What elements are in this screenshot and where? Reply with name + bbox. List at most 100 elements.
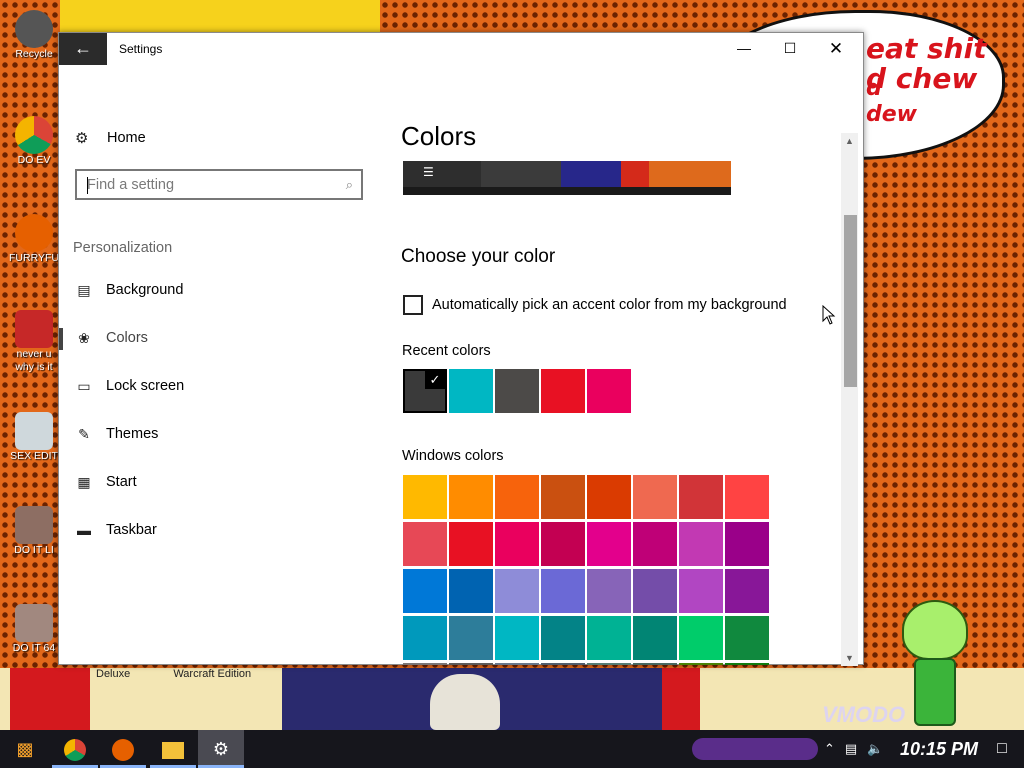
taskbar-chrome[interactable] xyxy=(52,730,98,768)
windows-color-swatch[interactable] xyxy=(633,663,677,665)
windows-color-swatch[interactable] xyxy=(449,663,493,665)
taskbar-file-explorer[interactable] xyxy=(150,730,196,768)
windows-color-swatch[interactable] xyxy=(633,616,677,660)
windows-color-swatch[interactable] xyxy=(587,569,631,613)
nav-item-themes[interactable]: ✎ Themes xyxy=(59,414,379,454)
nav-item-label: Colors xyxy=(106,330,148,346)
desktop-icon-doit-64[interactable]: DO IT 64 xyxy=(6,604,62,655)
close-button[interactable]: ✕ xyxy=(813,33,859,65)
windows-color-swatch[interactable] xyxy=(679,616,723,660)
chrome-icon xyxy=(15,116,53,154)
back-arrow-icon: ← xyxy=(74,38,92,58)
taskbar-icon: ▬ xyxy=(77,522,91,538)
windows-color-swatch[interactable] xyxy=(495,663,539,665)
desktop-icon-hex-editor[interactable]: SEX EDIT xyxy=(6,412,62,463)
nav-item-background[interactable]: ▤ Background xyxy=(59,270,379,310)
windows-color-swatch[interactable] xyxy=(587,522,631,566)
windows-color-swatch[interactable] xyxy=(403,569,447,613)
network-icon[interactable]: ▤ xyxy=(845,741,857,757)
wallpaper-bubble-text: eat shit d chew d dew xyxy=(866,34,987,128)
windows-color-swatch[interactable] xyxy=(403,663,447,665)
windows-color-swatch[interactable] xyxy=(495,616,539,660)
scroll-down-icon[interactable]: ▼ xyxy=(841,650,858,666)
recent-color-swatch[interactable]: ✓ xyxy=(403,369,447,413)
home-link[interactable]: ⚙ Home xyxy=(75,127,146,149)
section-title: Choose your color xyxy=(401,246,556,267)
windows-color-swatch[interactable] xyxy=(449,616,493,660)
minimize-button[interactable]: — xyxy=(721,33,767,65)
windows-color-swatch[interactable] xyxy=(403,522,447,566)
scrollbar[interactable]: ▲ ▼ xyxy=(841,133,858,666)
desktop-icon-label: DO IT LI xyxy=(14,544,54,556)
recent-color-swatch[interactable] xyxy=(495,369,539,413)
search-box[interactable]: ⌕ xyxy=(75,169,363,200)
taskbar-settings[interactable]: ⚙ xyxy=(198,730,244,768)
windows-color-swatch[interactable] xyxy=(725,616,769,660)
windows-color-swatch[interactable] xyxy=(725,475,769,519)
recent-color-swatch[interactable] xyxy=(587,369,631,413)
nav-item-label: Lock screen xyxy=(106,378,185,394)
theme-preview: ☰ xyxy=(403,161,731,195)
volume-icon[interactable]: 🔈 xyxy=(867,741,883,757)
desktop-icon-recycle-bin[interactable]: Recycle xyxy=(6,10,62,61)
windows-color-swatch[interactable] xyxy=(725,569,769,613)
recent-color-swatch[interactable] xyxy=(449,369,493,413)
windows-color-swatch[interactable] xyxy=(541,663,585,665)
settings-nav: ⚙ Home ⌕ Personalization ▤ Background ❀ … xyxy=(59,65,379,665)
nav-item-lock-screen[interactable]: ▭ Lock screen xyxy=(59,366,379,406)
windows-color-swatch[interactable] xyxy=(587,616,631,660)
taskbar: ▩ ⚙ ⌃ ▤ 🔈 10:15 PM □ xyxy=(0,730,1024,768)
notification-center-icon[interactable]: □ xyxy=(982,730,1022,768)
windows-color-swatch[interactable] xyxy=(495,475,539,519)
recent-color-swatch[interactable] xyxy=(541,369,585,413)
nav-item-taskbar[interactable]: ▬ Taskbar xyxy=(59,510,379,550)
chevron-up-icon[interactable]: ⌃ xyxy=(824,741,835,757)
chrome-icon xyxy=(64,739,86,762)
scroll-up-icon[interactable]: ▲ xyxy=(841,133,858,149)
windows-color-swatch[interactable] xyxy=(679,569,723,613)
desktop-bottom-labels: Deluxe Warcraft Edition xyxy=(96,668,291,680)
desktop-icon-doit-1[interactable]: DO IT LI xyxy=(6,506,62,557)
search-input[interactable] xyxy=(87,175,327,195)
windows-color-swatch[interactable] xyxy=(679,663,723,665)
windows-color-swatch[interactable] xyxy=(449,522,493,566)
taskbar-firefox[interactable] xyxy=(100,730,146,768)
windows-color-swatch[interactable] xyxy=(587,475,631,519)
windows-color-swatch[interactable] xyxy=(725,663,769,665)
windows-color-swatch[interactable] xyxy=(541,616,585,660)
windows-color-swatch[interactable] xyxy=(541,522,585,566)
nav-item-colors[interactable]: ❀ Colors xyxy=(59,318,379,358)
windows-color-swatch[interactable] xyxy=(541,475,585,519)
windows-color-swatch[interactable] xyxy=(725,522,769,566)
windows-color-swatch[interactable] xyxy=(449,569,493,613)
scrollbar-thumb[interactable] xyxy=(844,215,857,387)
mouse-cursor-icon xyxy=(822,305,836,325)
windows-color-swatch[interactable] xyxy=(541,569,585,613)
windows-color-swatch[interactable] xyxy=(633,569,677,613)
windows-color-swatch[interactable] xyxy=(449,475,493,519)
windows-color-swatch[interactable] xyxy=(403,616,447,660)
taskbar-art xyxy=(692,738,818,760)
desktop-icon-dev-cpp[interactable]: never u why is it xyxy=(6,310,62,374)
windows-color-swatch[interactable] xyxy=(495,569,539,613)
settings-window: ← Settings — ☐ ✕ ⚙ Home ⌕ Personalizatio… xyxy=(58,32,864,666)
back-button[interactable]: ← xyxy=(59,33,107,65)
windows-color-swatch[interactable] xyxy=(633,522,677,566)
nav-item-start[interactable]: ▦ Start xyxy=(59,462,379,502)
auto-accent-option[interactable]: Automatically pick an accent color from … xyxy=(403,295,787,315)
firefox-icon xyxy=(15,214,53,252)
windows-color-swatch[interactable] xyxy=(679,475,723,519)
clock[interactable]: 10:15 PM xyxy=(900,730,978,768)
windows-color-swatch[interactable] xyxy=(587,663,631,665)
search-icon: ⌕ xyxy=(345,177,353,192)
title-bar[interactable]: ← Settings — ☐ ✕ xyxy=(59,33,863,65)
windows-color-swatch[interactable] xyxy=(403,475,447,519)
maximize-button[interactable]: ☐ xyxy=(767,33,813,65)
windows-color-swatch[interactable] xyxy=(633,475,677,519)
start-button[interactable]: ▩ xyxy=(2,730,48,768)
auto-accent-checkbox[interactable] xyxy=(403,295,423,315)
desktop-icon-chrome[interactable]: DO EV xyxy=(6,116,62,167)
desktop-icon-firefox[interactable]: FURRYFU xyxy=(6,214,62,265)
windows-color-swatch[interactable] xyxy=(495,522,539,566)
windows-color-swatch[interactable] xyxy=(679,522,723,566)
